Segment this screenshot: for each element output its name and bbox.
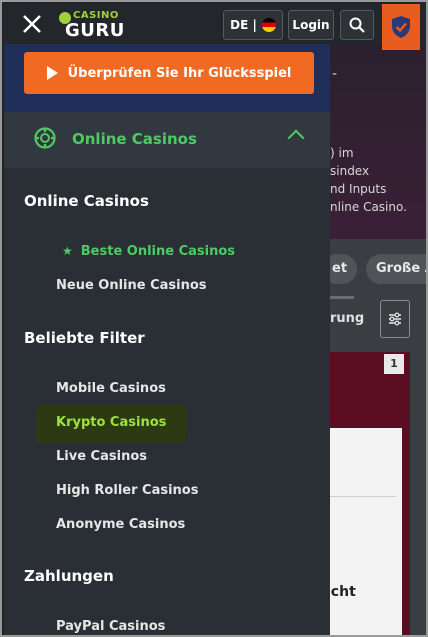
language-button[interactable]: DE | [223, 10, 283, 40]
filter-chip[interactable]: Große A [366, 254, 426, 284]
language-code: DE | [230, 18, 257, 32]
cta-label: Überprüfen Sie Ihr Glücksspiel [67, 65, 292, 81]
german-flag-icon [261, 18, 276, 32]
close-menu-button[interactable] [20, 12, 44, 36]
menu-item-neue-online-casinos[interactable]: Neue Online Casinos [56, 278, 207, 293]
casino-chip-icon [34, 127, 56, 149]
menu-item-live-casinos[interactable]: Live Casinos [56, 449, 147, 464]
menu-item-krypto-casinos[interactable]: Krypto Casinos [56, 415, 166, 430]
menu-item-paypal-casinos[interactable]: PayPal Casinos [56, 619, 165, 634]
chip-scrollbar[interactable] [330, 296, 354, 299]
rank-badge: 1 [384, 354, 404, 374]
chevron-up-icon[interactable] [287, 129, 305, 147]
menu-item-high-roller-casinos[interactable]: High Roller Casinos [56, 483, 198, 498]
star-icon: ★ [62, 244, 73, 258]
navigation-menu: Überprüfen Sie Ihr Glücksspiel Online Ca… [4, 44, 330, 635]
card-text: icht [326, 584, 356, 600]
cta-band: Überprüfen Sie Ihr Glücksspiel [4, 44, 330, 112]
filter-settings-button[interactable] [380, 300, 410, 338]
casino-card-body [330, 428, 402, 635]
hero-banner: - ) im sindex nd Inputs nline Casino. [330, 44, 426, 239]
menu-item-label: Beste Online Casinos [80, 244, 236, 259]
play-icon [46, 66, 58, 80]
sort-label[interactable]: rung [330, 311, 364, 326]
group-title-online-casinos: Online Casinos [24, 192, 149, 210]
hero-dash: - [332, 66, 338, 82]
shield-tab-button[interactable] [382, 4, 420, 50]
search-icon [349, 17, 365, 33]
search-button[interactable] [340, 10, 374, 40]
card-divider [330, 496, 396, 497]
logo-text-bottom: GURU [65, 20, 125, 41]
section-header-online-casinos[interactable]: Online Casinos [4, 112, 330, 168]
group-title-beliebte-filter: Beliebte Filter [24, 329, 145, 347]
menu-item-mobile-casinos[interactable]: Mobile Casinos [56, 381, 166, 396]
hero-text: ) im sindex nd Inputs nline Casino. [330, 146, 407, 214]
background-page: - ) im sindex nd Inputs nline Casino. et… [322, 44, 426, 635]
casino-guru-logo[interactable]: CASINO GURU [59, 10, 125, 41]
menu-item-anonyme-casinos[interactable]: Anonyme Casinos [56, 517, 185, 532]
close-icon [23, 15, 41, 33]
section-title: Online Casinos [72, 130, 197, 148]
login-button[interactable]: Login [288, 10, 334, 40]
top-bar: CASINO GURU DE | Login [4, 4, 426, 50]
sliders-icon [389, 312, 401, 326]
check-gambling-button[interactable]: Überprüfen Sie Ihr Glücksspiel [24, 52, 314, 94]
app-frame: - ) im sindex nd Inputs nline Casino. et… [0, 0, 428, 637]
group-title-zahlungen: Zahlungen [24, 567, 114, 585]
shield-check-icon [392, 16, 410, 38]
menu-item-beste-online-casinos[interactable]: ★ Beste Online Casinos [62, 244, 235, 259]
